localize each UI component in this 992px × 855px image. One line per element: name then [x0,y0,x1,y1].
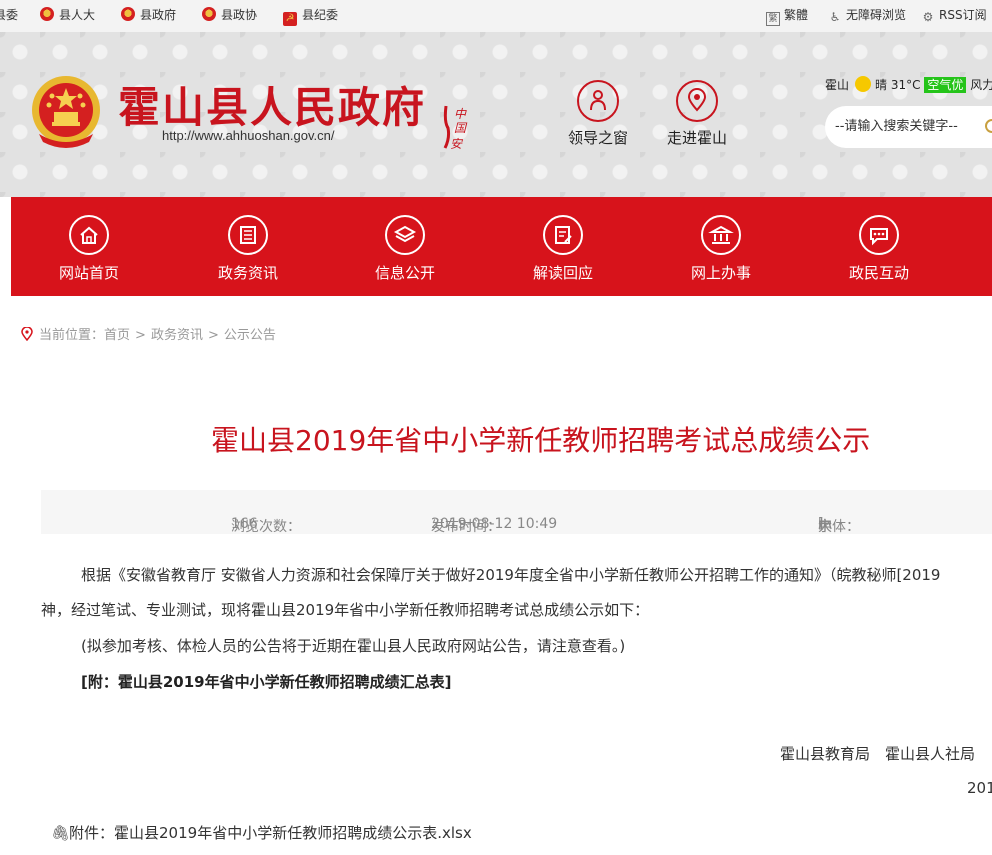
nav-news[interactable]: 政务资讯 [188,215,308,283]
article-meta: 浏览次数： 166 发布时间： 2019-08-12 10:49 字体：[大 中 小… [41,490,992,535]
paragraph-1-line-2: 神，经过笔试、专业测试，现将霍山县2019年省中小学新任教师招聘考试总成绩公示如… [41,601,650,619]
party-emblem-icon: ☭ [283,12,297,26]
leaders-window-link[interactable]: 领导之窗 [558,80,638,148]
site-title[interactable]: 霍山县人民政府 [118,74,426,135]
top-link-congress[interactable]: 县人大 [40,0,95,30]
svg-text:中: 中 [454,107,467,121]
top-link-discipline[interactable]: ☭ 县纪委 [283,0,338,30]
emblem-icon [121,7,135,21]
breadcrumb-news[interactable]: 政务资讯 [151,328,203,343]
about-huoshan-link[interactable]: 走进霍山 [657,80,737,148]
attachment: 🖇附件：霍山县2019年省中小学新任教师招聘成绩公示表.xlsx [51,824,472,842]
nav-info-disclosure[interactable]: 信息公开 [345,215,465,283]
chat-icon [859,215,899,255]
top-link-government[interactable]: 县政府 [121,0,176,30]
article-container: 当前位置：首页 > 政务资讯 > 公示公告 霍山县2019年省中小学新任教师招聘考试总成… [11,307,992,855]
search-icon[interactable] [985,119,992,133]
paragraph-1-line-1: 根据《安徽省教育厅 安徽省人力资源和社会保障厅关于做好2019年度全省中小学新任… [81,566,941,584]
accessibility-link[interactable]: ♿ 无障碍浏览 [828,0,906,30]
emblem-icon [202,7,216,21]
svg-text:安: 安 [450,137,464,151]
seal-stamp: 中 国 安 [440,102,476,152]
breadcrumb: 当前位置：首页 > 政务资讯 > 公示公告 [21,324,276,343]
breadcrumb-home[interactable]: 首页 [104,328,130,343]
svg-text:国: 国 [454,121,468,135]
sun-icon [855,76,872,92]
location-icon [676,80,718,122]
main-nav: 网站首页 政务资讯 信息公开 解读回应 网上办事 政民互动 [11,197,992,296]
top-bar: 县委 县人大 县政府 县政协 ☭ 县纪委 繁繁體 ♿ 无障碍浏览 ⚙ RSS订阅 [0,0,992,32]
nav-home[interactable]: 网站首页 [29,215,149,283]
top-link-cppcc[interactable]: 县政协 [202,0,257,30]
traditional-chinese-link[interactable]: 繁繁體 [766,0,808,30]
paragraph-2: (拟参加考核、体检人员的公告将于近期在霍山县人民政府网站公告，请注意查看。) [81,637,626,655]
newspaper-icon [228,215,268,255]
search-input[interactable]: --请输入搜索关键字-- [825,106,992,148]
nav-interaction[interactable]: 政民互动 [819,215,939,283]
signature-orgs: 霍山县教育局 霍山县人社局 [780,745,976,763]
nav-interpretation[interactable]: 解读回应 [503,215,623,283]
person-icon [577,80,619,122]
site-header: 霍山县人民政府 http://www.ahhuoshan.gov.cn/ 中 国… [0,32,992,197]
traditional-icon: 繁 [766,12,780,26]
top-link-party-committee[interactable]: 县委 [0,0,18,30]
breadcrumb-notices[interactable]: 公示公告 [224,328,276,343]
air-quality-badge: 空气优 [924,77,967,93]
national-emblem-icon [32,76,100,148]
attachment-link[interactable]: 霍山县2019年省中小学新任教师招聘成绩公示表.xlsx [114,824,472,842]
attachment-heading: [附：霍山县2019年省中小学新任教师招聘成绩汇总表] [81,673,452,691]
document-edit-icon [543,215,583,255]
weather-widget: 霍山晴 31°C 空气优 风力 [825,76,992,93]
building-icon [701,215,741,255]
accessibility-icon: ♿ [829,10,841,24]
emblem-icon [40,7,54,21]
signature-date: 201 [967,779,992,797]
rss-link[interactable]: ⚙ RSS订阅 [921,0,987,30]
paperclip-icon: 🖇 [51,824,71,842]
article-title: 霍山县2019年省中小学新任教师招聘考试总成绩公示 [211,424,871,457]
location-pin-icon [21,327,33,341]
layers-icon [385,215,425,255]
home-icon [69,215,109,255]
site-url: http://www.ahhuoshan.gov.cn/ [162,128,335,143]
rss-icon: ⚙ [922,10,934,24]
nav-online-services[interactable]: 网上办事 [661,215,781,283]
